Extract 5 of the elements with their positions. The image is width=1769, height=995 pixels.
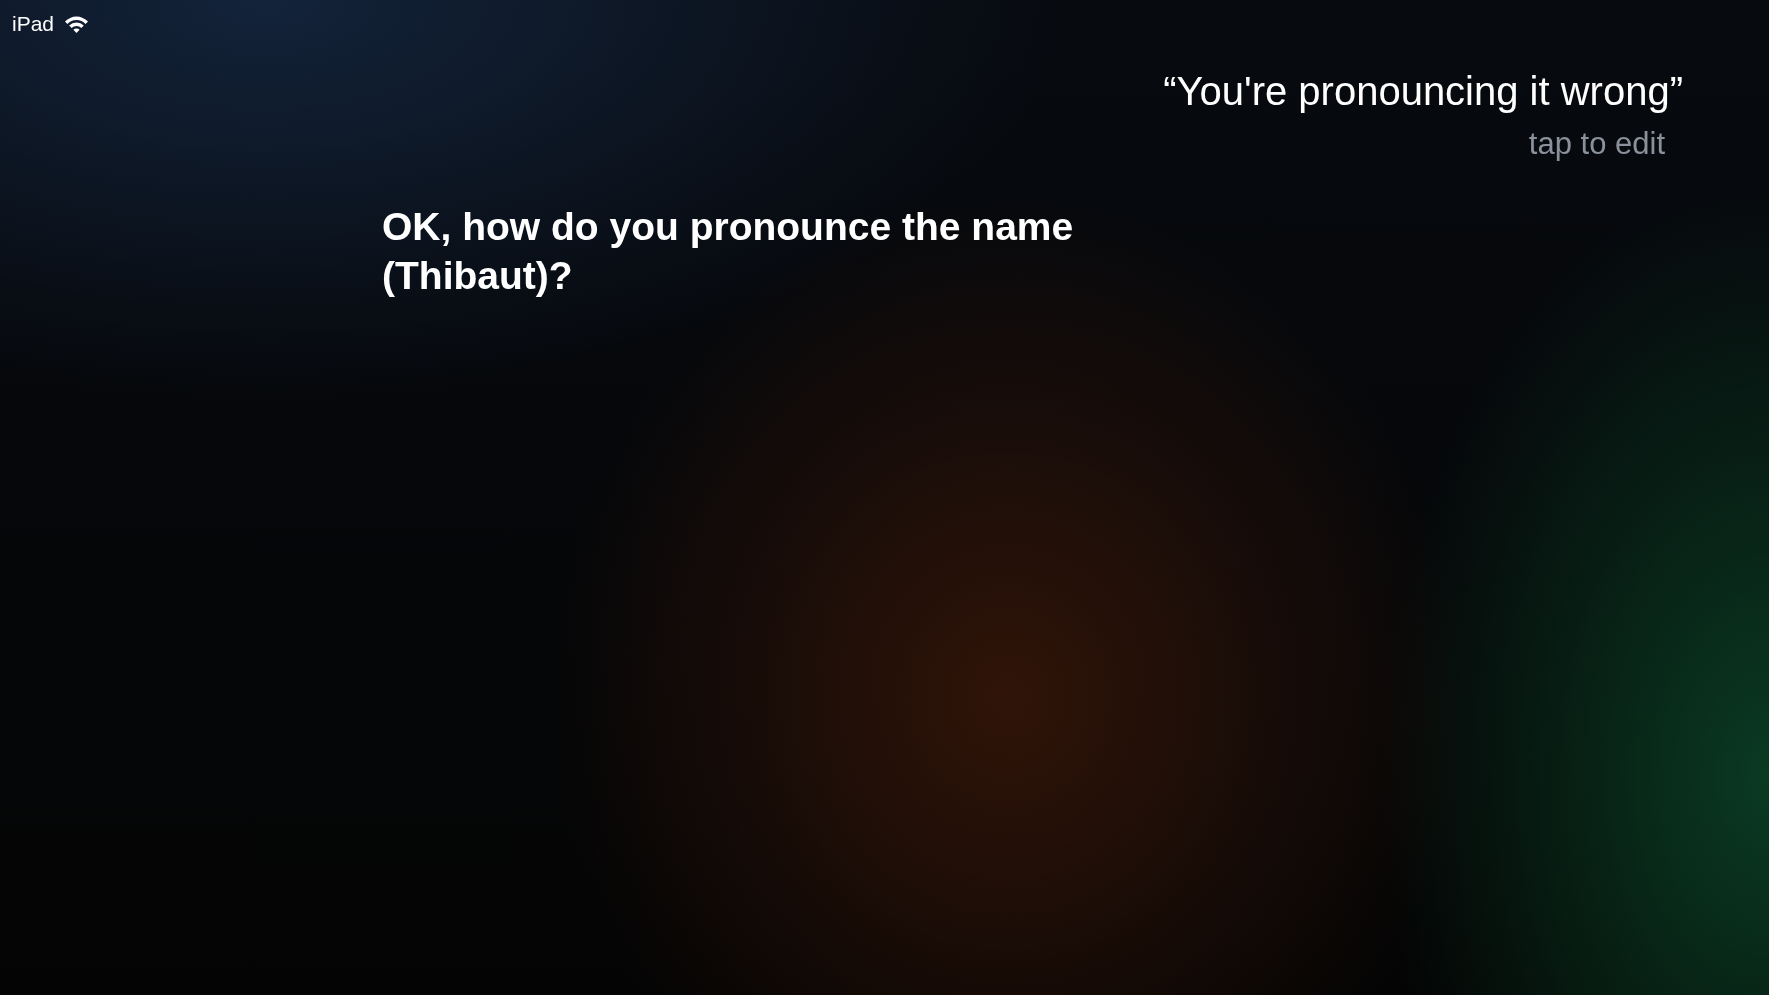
spoken-request-text: “You're pronouncing it wrong” <box>1163 68 1683 115</box>
tap-to-edit-link[interactable]: tap to edit <box>1528 125 1665 163</box>
device-label: iPad <box>12 11 55 37</box>
siri-response-text: OK, how do you pronounce the name (Thibaut)? <box>382 204 1075 299</box>
wifi-icon <box>64 15 90 33</box>
